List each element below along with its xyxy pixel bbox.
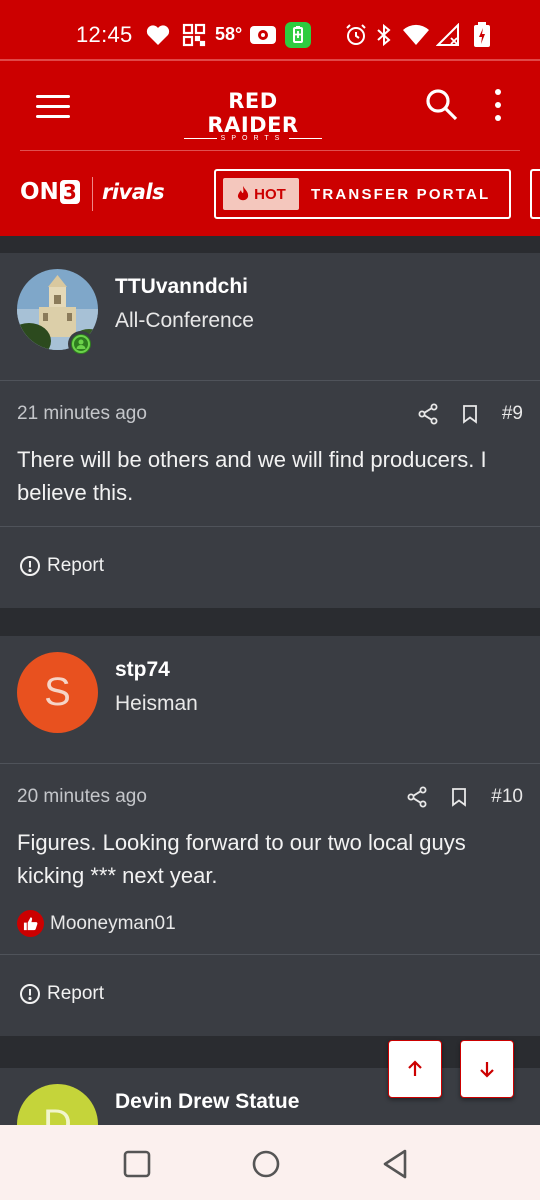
arrow-up-icon [408, 1060, 422, 1076]
post-meta: 21 minutes ago #9 [0, 381, 540, 443]
search-button[interactable] [424, 87, 460, 123]
thread-content: TTUvanndchi All-Conference 21 minutes ag… [0, 236, 540, 1125]
on3-number: 3 [59, 180, 80, 204]
dot-icon [495, 89, 501, 95]
rivals-logo[interactable]: rivals [102, 180, 165, 204]
post-meta: 20 minutes ago #10 [0, 764, 540, 826]
post-number[interactable]: #9 [502, 403, 523, 425]
wifi-icon [402, 22, 430, 48]
site-logo[interactable]: RED RAIDER SPORTS [180, 89, 326, 142]
reaction-summary[interactable]: Mooneyman01 [0, 910, 540, 937]
post: D Devin Drew Statue [0, 1068, 540, 1125]
hot-label: HOT [254, 185, 286, 203]
share-icon[interactable] [418, 403, 438, 425]
share-icon[interactable] [407, 786, 427, 808]
username[interactable]: TTUvanndchi [115, 275, 248, 299]
alert-circle-icon [20, 984, 40, 1004]
flame-icon [238, 186, 249, 201]
report-button[interactable]: Report [19, 555, 104, 577]
username[interactable]: Devin Drew Statue [115, 1090, 299, 1114]
report-label: Report [47, 983, 105, 1004]
battery-saver-icon [285, 22, 311, 48]
post-footer: Report [0, 954, 540, 1036]
logo-main-text: RED RAIDER [207, 89, 299, 137]
post-body: Figures. Looking forward to our two loca… [17, 830, 466, 888]
avatar[interactable]: D [17, 1084, 98, 1125]
on3-logo[interactable]: ON 3 [20, 179, 80, 205]
post-number[interactable]: #10 [491, 786, 523, 808]
logo-separator [92, 177, 93, 211]
user-title: Heisman [115, 692, 198, 715]
thumbs-up-icon [17, 910, 44, 937]
post-body: There will be others and we will find pr… [17, 447, 487, 505]
battery-icon [473, 22, 491, 48]
post-actions: #10 [407, 786, 523, 808]
heart-icon [146, 22, 170, 48]
avatar[interactable]: S [17, 652, 98, 733]
more-options-button[interactable] [490, 89, 506, 121]
status-time: 12:45 [76, 22, 133, 47]
username[interactable]: stp74 [115, 658, 170, 682]
bluetooth-icon [375, 22, 393, 48]
weather-temperature: 58° [215, 24, 243, 44]
post: S stp74 Heisman 20 minutes ago #10 Figur… [0, 636, 540, 1036]
app-header: RED RAIDER SPORTS ON 3 rivals HOT TRANSFE… [0, 61, 540, 236]
radio-icon [249, 22, 277, 48]
hamburger-line [36, 115, 70, 118]
alarm-icon [344, 22, 368, 48]
dot-icon [495, 115, 501, 121]
home-icon[interactable] [251, 1149, 281, 1179]
post-timestamp[interactable]: 20 minutes ago [17, 786, 147, 808]
post-header: S stp74 Heisman [0, 636, 540, 764]
hamburger-line [36, 95, 70, 98]
transfer-portal-button[interactable]: HOT TRANSFER PORTAL [214, 169, 511, 219]
logo-sub-text: SPORTS [180, 135, 326, 142]
user-title: All-Conference [115, 309, 254, 332]
post-timestamp[interactable]: 21 minutes ago [17, 403, 147, 425]
system-nav-bar [0, 1125, 540, 1200]
online-status-icon [68, 331, 94, 357]
alert-circle-icon [20, 556, 40, 576]
hamburger-line [36, 105, 70, 108]
scroll-down-button[interactable] [460, 1040, 514, 1098]
hot-badge: HOT [223, 178, 299, 210]
arrow-down-icon [480, 1062, 494, 1078]
liked-by-user[interactable]: Mooneyman01 [50, 913, 176, 935]
search-icon [426, 89, 458, 121]
grid-icon [182, 22, 206, 48]
report-label: Report [47, 555, 105, 576]
status-bar: 12:45 58° [0, 0, 540, 60]
post-header: TTUvanndchi All-Conference [0, 253, 540, 381]
post-footer: Report [0, 526, 540, 608]
on3-text: ON [20, 179, 59, 205]
report-button[interactable]: Report [19, 983, 104, 1005]
header-divider [20, 150, 520, 151]
back-icon[interactable] [380, 1148, 410, 1180]
scroll-up-button[interactable] [388, 1040, 442, 1098]
menu-button[interactable] [36, 95, 70, 119]
bookmark-icon[interactable] [451, 787, 467, 807]
transfer-portal-label: TRANSFER PORTAL [311, 185, 491, 203]
post: TTUvanndchi All-Conference 21 minutes ag… [0, 253, 540, 608]
recents-icon[interactable] [122, 1149, 152, 1179]
dot-icon [495, 102, 501, 108]
signal-icon [436, 22, 462, 48]
bookmark-icon[interactable] [462, 404, 478, 424]
post-actions: #9 [418, 403, 523, 425]
next-promo-button[interactable] [530, 169, 540, 219]
